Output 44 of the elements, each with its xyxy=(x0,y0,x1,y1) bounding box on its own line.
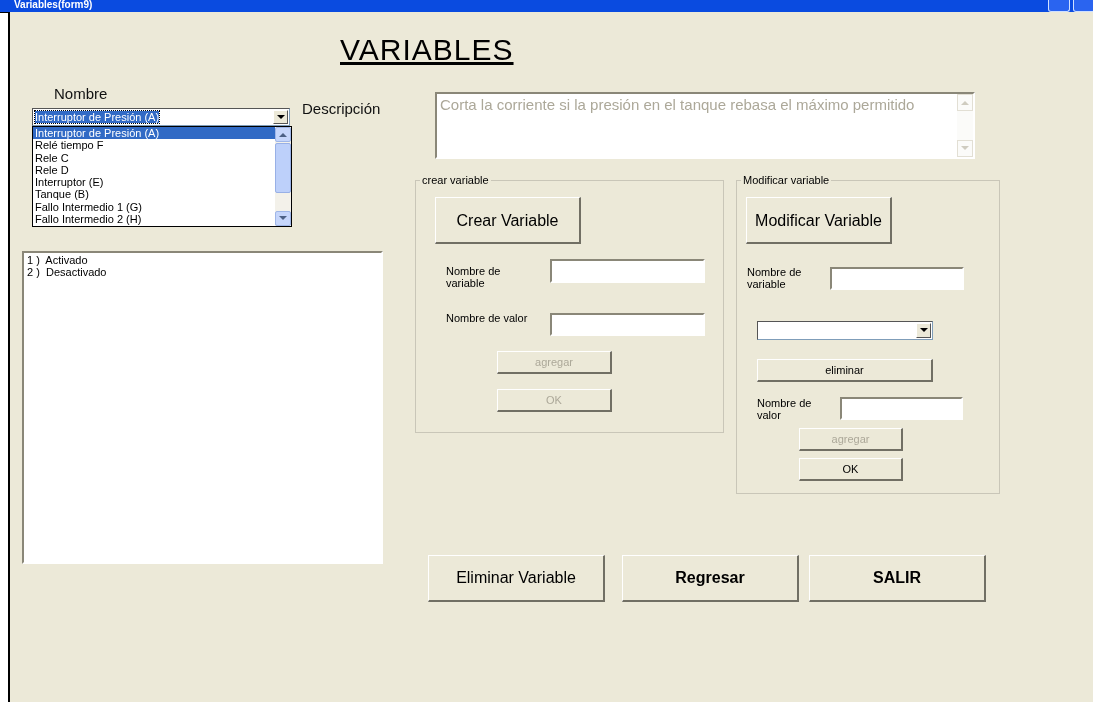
field-label: Descripción xyxy=(302,100,381,118)
scroll-up-icon xyxy=(961,100,969,105)
list-item[interactable]: 1 ) Activado xyxy=(27,254,378,266)
variable-combo[interactable] xyxy=(757,321,933,340)
form-button[interactable]: SALIR xyxy=(809,555,986,602)
scroll-up-icon xyxy=(279,132,287,137)
create-variable-button[interactable]: Crear Variable xyxy=(435,197,581,244)
dropdown-option[interactable]: Interruptor de Presión (A) xyxy=(33,127,275,140)
modify-variable-button[interactable]: Modificar Variable xyxy=(746,197,892,244)
field-label: Nombre de variable xyxy=(446,265,502,289)
value-name-field[interactable] xyxy=(550,313,705,336)
variable-name-field[interactable] xyxy=(830,267,964,290)
dropdown-option[interactable]: Rele C xyxy=(33,151,275,164)
dropdown-option[interactable]: Fallo Intermedio 2 (H) xyxy=(33,213,275,226)
delete-button[interactable]: eliminar xyxy=(757,359,933,382)
dropdown-option[interactable]: Rele D xyxy=(33,163,275,177)
field-label: Nombre de variable xyxy=(747,266,803,290)
maximize-button[interactable] xyxy=(1073,0,1093,12)
variable-name-field[interactable] xyxy=(550,259,705,283)
window-title: Variables(form9) xyxy=(14,0,93,11)
value-name-field[interactable] xyxy=(840,397,963,420)
dropdown-option[interactable]: Relé tiempo F xyxy=(33,139,275,152)
scroll-bar[interactable] xyxy=(957,94,973,157)
field-label: Nombre de valor xyxy=(757,397,813,421)
action-button[interactable]: OK xyxy=(799,458,903,481)
list-item[interactable]: 2 ) Desactivado xyxy=(27,266,378,278)
name-combo[interactable]: Interruptor de Presión (A) xyxy=(32,108,290,126)
form-button[interactable]: Regresar xyxy=(622,555,799,602)
group-title: crear variable xyxy=(420,174,491,187)
scroll-down-icon xyxy=(279,216,287,221)
dropdown-option[interactable]: Fallo Intermedio 1 (G) xyxy=(33,200,275,214)
field-label: Nombre de valor xyxy=(446,312,529,324)
group-title: Modificar variable xyxy=(741,174,832,187)
dropdown-option[interactable]: Tanque (B) xyxy=(33,188,275,201)
form-button[interactable]: Eliminar Variable xyxy=(428,555,605,602)
scroll-down-icon xyxy=(961,146,969,151)
field-label: Nombre xyxy=(54,85,108,103)
dropdown-arrow-icon xyxy=(276,114,285,120)
form-heading: VARIABLES xyxy=(340,32,514,68)
dropdown-arrow-icon xyxy=(919,328,928,333)
values-list[interactable]: 1 ) Activado 2 ) Desactivado xyxy=(22,251,383,564)
minimize-button[interactable] xyxy=(1048,0,1070,12)
scroll-bar[interactable] xyxy=(275,127,291,226)
dropdown-option[interactable]: Interruptor (E) xyxy=(33,176,275,189)
